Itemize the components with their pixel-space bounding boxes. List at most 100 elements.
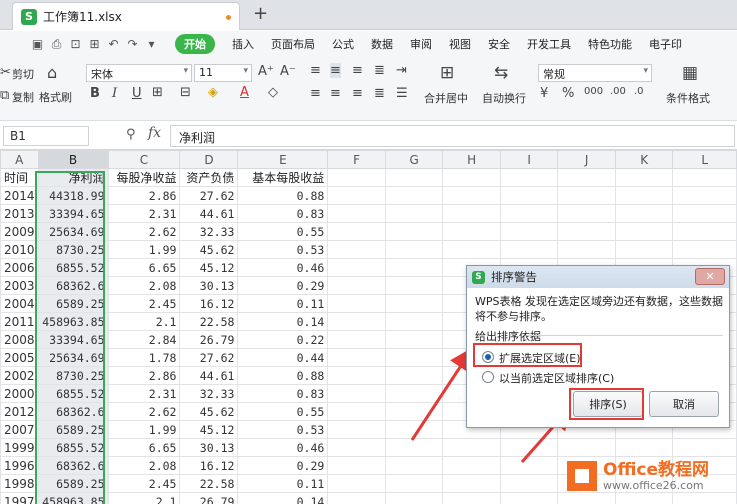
data-cell[interactable]: 0.53: [237, 240, 329, 259]
data-cell[interactable]: 6.65: [107, 258, 181, 277]
data-cell[interactable]: 6589.25: [37, 420, 109, 439]
empty-cell[interactable]: [384, 186, 444, 205]
empty-cell[interactable]: [442, 492, 501, 504]
empty-cell[interactable]: [499, 438, 559, 457]
data-cell[interactable]: 32.33: [179, 222, 239, 241]
empty-cell[interactable]: [499, 240, 559, 259]
data-cell[interactable]: 1997: [0, 492, 39, 504]
empty-cell[interactable]: [442, 474, 501, 493]
data-cell[interactable]: 0.88: [237, 186, 329, 205]
data-cell[interactable]: 2.62: [107, 222, 181, 241]
clear-format-icon[interactable]: ◇: [268, 85, 278, 100]
data-cell[interactable]: 16.12: [179, 294, 239, 313]
workbook-tab[interactable]: S 工作簿11.xlsx: [12, 2, 240, 30]
empty-cell[interactable]: [327, 474, 386, 493]
export-icon[interactable]: ⊞: [87, 37, 102, 51]
empty-cell[interactable]: [384, 222, 444, 241]
underline-icon[interactable]: U: [132, 86, 142, 101]
empty-cell[interactable]: [327, 420, 386, 439]
data-cell[interactable]: 0.83: [237, 384, 329, 403]
empty-cell[interactable]: [557, 222, 616, 241]
justify-icon[interactable]: ≣: [374, 86, 385, 101]
data-cell[interactable]: 2005: [0, 348, 39, 367]
column-header-l[interactable]: L: [672, 150, 737, 169]
data-cell[interactable]: 44.61: [179, 204, 239, 223]
data-cell[interactable]: 6855.52: [37, 438, 109, 457]
more-icon[interactable]: ▾: [144, 37, 159, 51]
empty-cell[interactable]: [327, 258, 386, 277]
data-cell[interactable]: 2006: [0, 258, 39, 277]
data-cell[interactable]: 6589.25: [37, 294, 109, 313]
data-cell[interactable]: 25634.69: [37, 348, 109, 367]
empty-cell[interactable]: [384, 438, 444, 457]
conditional-format-icon[interactable]: ▦: [682, 63, 698, 83]
close-icon[interactable]: ✕: [695, 268, 725, 285]
column-header-f[interactable]: F: [327, 150, 386, 169]
data-cell[interactable]: 33394.65: [37, 204, 109, 223]
data-cell[interactable]: 2.31: [107, 384, 181, 403]
data-cell[interactable]: 2012: [0, 402, 39, 421]
column-header-a[interactable]: A: [0, 150, 39, 169]
format-painter-button[interactable]: 格式刷: [39, 89, 72, 105]
column-header-c[interactable]: C: [107, 150, 181, 169]
data-cell[interactable]: 8730.25: [37, 240, 109, 259]
empty-cell[interactable]: [384, 330, 444, 349]
data-cell[interactable]: 45.12: [179, 258, 239, 277]
align-middle-icon[interactable]: ≡: [330, 63, 341, 78]
empty-cell[interactable]: [442, 456, 501, 475]
empty-cell[interactable]: [442, 438, 501, 457]
currency-icon[interactable]: ¥: [540, 86, 548, 101]
data-cell[interactable]: 0.44: [237, 348, 329, 367]
number-format-select[interactable]: 常规: [538, 64, 652, 82]
menu-insert[interactable]: 插入: [232, 36, 254, 52]
empty-cell[interactable]: [499, 474, 559, 493]
wrap-text-icon[interactable]: ⇆: [494, 63, 508, 83]
empty-cell[interactable]: [499, 204, 559, 223]
align-left-icon[interactable]: ≡: [310, 86, 321, 101]
font-size-select[interactable]: 11: [194, 64, 252, 82]
data-cell[interactable]: 22.58: [179, 312, 239, 331]
empty-cell[interactable]: [327, 240, 386, 259]
column-title-cell[interactable]: 时间: [0, 168, 39, 187]
bold-icon[interactable]: B: [90, 86, 100, 101]
scissors-icon[interactable]: ✂: [0, 65, 11, 80]
font-color-icon[interactable]: A: [240, 85, 249, 100]
empty-cell[interactable]: [384, 456, 444, 475]
empty-cell[interactable]: [384, 492, 444, 504]
align-right-icon[interactable]: ≡: [352, 86, 363, 101]
data-cell[interactable]: 2010: [0, 240, 39, 259]
sort-button[interactable]: 排序(S): [573, 391, 643, 417]
column-title-cell[interactable]: 资产负债: [179, 168, 239, 187]
font-shrink-icon[interactable]: A⁻: [280, 64, 296, 79]
data-cell[interactable]: 2.08: [107, 276, 181, 295]
data-cell[interactable]: 45.62: [179, 402, 239, 421]
data-cell[interactable]: 1998: [0, 474, 39, 493]
column-header-h[interactable]: H: [442, 150, 501, 169]
empty-cell[interactable]: [557, 240, 616, 259]
thousands-icon[interactable]: 000: [584, 86, 603, 97]
data-cell[interactable]: 2.1: [107, 492, 181, 504]
data-cell[interactable]: 0.46: [237, 438, 329, 457]
column-title-cell[interactable]: 每股净收益: [107, 168, 181, 187]
data-cell[interactable]: 0.11: [237, 474, 329, 493]
copy-button[interactable]: 复制: [12, 89, 34, 105]
empty-cell[interactable]: [384, 474, 444, 493]
wrap-text-button[interactable]: 自动换行: [482, 90, 526, 106]
borders-icon[interactable]: ⊞: [152, 85, 163, 100]
empty-cell[interactable]: [557, 204, 616, 223]
data-cell[interactable]: 68362.6: [37, 402, 109, 421]
font-grow-icon[interactable]: A⁺: [258, 64, 274, 79]
menu-review[interactable]: 审阅: [410, 36, 432, 52]
data-cell[interactable]: 44.61: [179, 366, 239, 385]
brush-icon[interactable]: ⌂: [47, 63, 57, 82]
empty-cell[interactable]: [327, 348, 386, 367]
empty-cell[interactable]: [672, 222, 737, 241]
merge-center-icon[interactable]: ⊞: [440, 63, 454, 83]
empty-cell[interactable]: [384, 402, 444, 421]
column-header-g[interactable]: G: [384, 150, 444, 169]
data-cell[interactable]: 2.08: [107, 456, 181, 475]
empty-cell[interactable]: [327, 492, 386, 504]
redo-icon[interactable]: ↷: [125, 37, 140, 51]
empty-cell[interactable]: [384, 258, 444, 277]
data-cell[interactable]: 2009: [0, 222, 39, 241]
